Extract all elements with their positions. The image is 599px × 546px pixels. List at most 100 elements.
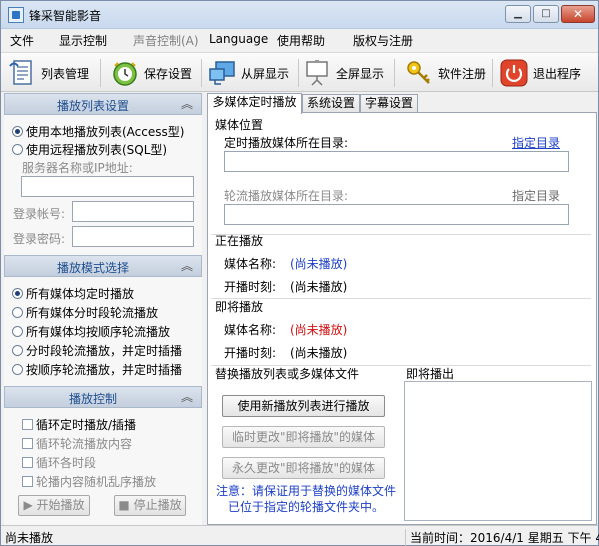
mode-label: 所有媒体分时段轮流播放 [26, 306, 159, 320]
upcoming-list[interactable] [404, 381, 592, 521]
menu-help[interactable]: 使用帮助 [277, 32, 325, 49]
tab-timed-playback[interactable]: 多媒体定时播放 [207, 93, 302, 114]
left-panel: 播放列表设置 ︽ 使用本地播放列表(Access型) 使用远程播放列表(SQL型… [4, 93, 202, 525]
temp-change-button[interactable]: 临时更改"即将播放"的媒体 [222, 426, 385, 448]
remote-playlist-radio[interactable]: 使用远程播放列表(SQL型) [12, 141, 167, 158]
remote-playlist-label: 使用远程播放列表(SQL型) [26, 143, 168, 157]
fullscreen-label: 全屏显示 [336, 66, 385, 81]
upcoming-title: 即将播出 [406, 367, 455, 381]
loop-periods-checkbox[interactable]: 循环各时段 [22, 454, 96, 471]
loop-timed-checkbox[interactable]: 循环定时播放/插播 [22, 416, 136, 433]
start-play-button[interactable]: ▶ 开始播放 [18, 495, 90, 516]
save-settings-button[interactable]: 保存设置 [110, 56, 192, 90]
mode-radio-period-insert[interactable]: 分时段轮流播放，并定时插播 [12, 342, 182, 359]
radio-icon [12, 364, 23, 375]
mode-radio-period-rotate[interactable]: 所有媒体分时段轮流播放 [12, 304, 158, 321]
playlist-settings-title: 播放列表设置 [56, 99, 129, 113]
status-text: 尚未播放 [5, 531, 54, 545]
loop-rotate-checkbox[interactable]: 循环轮流播放内容 [22, 435, 132, 452]
menu-copyright[interactable]: 版权与注册 [353, 32, 413, 49]
play-control-title: 播放控制 [68, 392, 117, 406]
radio-icon [12, 326, 23, 337]
account-input[interactable] [72, 201, 194, 222]
perm-change-button[interactable]: 永久更改"即将播放"的媒体 [222, 457, 385, 479]
next-playing-title: 即将播放 [215, 300, 264, 314]
menu-display-control[interactable]: 显示控制 [59, 32, 107, 49]
stop-play-label: 停止播放 [133, 498, 182, 512]
random-order-checkbox[interactable]: 轮播内容随机乱序播放 [22, 473, 156, 490]
tab-content: 媒体位置 定时播放媒体所在目录: 指定目录 轮流播放媒体所在目录: 指定目录 正… [207, 112, 597, 525]
maximize-button[interactable]: □ [533, 5, 559, 23]
password-label: 登录密码: [13, 232, 66, 246]
tab-system-settings[interactable]: 系统设置 [302, 94, 360, 113]
toolbar: 列表管理 保存设置 从屏显示 全屏显示 软件注册 退出程序 [1, 52, 598, 92]
timed-dir-input[interactable] [224, 151, 569, 172]
now-start-time-label: 开播时刻: [224, 280, 277, 294]
media-location-title: 媒体位置 [215, 118, 264, 132]
use-new-playlist-button[interactable]: 使用新播放列表进行播放 [222, 395, 385, 417]
menu-file[interactable]: 文件 [10, 32, 34, 49]
toolbar-separator [492, 59, 493, 87]
play-control-header[interactable]: 播放控制 ︽ [4, 386, 202, 408]
next-start-time-value: (尚未播放) [290, 346, 348, 360]
collapse-icon: ︽ [180, 390, 193, 404]
account-label: 登录帐号: [13, 207, 66, 221]
exit-button[interactable]: 退出程序 [499, 56, 581, 90]
timed-dir-label: 定时播放媒体所在目录: [224, 136, 349, 150]
stop-icon: ■ [118, 498, 134, 512]
check-label: 循环定时播放/插播 [36, 418, 137, 432]
fullscreen-button[interactable]: 全屏显示 [302, 56, 384, 90]
window-title: 锋采智能影音 [29, 9, 102, 23]
rotate-dir-input[interactable] [224, 204, 569, 225]
local-playlist-radio[interactable]: 使用本地播放列表(Access型) [12, 123, 184, 140]
check-label: 循环轮流播放内容 [36, 437, 133, 451]
replace-title: 替换播放列表或多媒体文件 [215, 367, 360, 381]
checkbox-icon [22, 438, 33, 449]
playlist-settings-header[interactable]: 播放列表设置 ︽ [4, 93, 202, 115]
register-button[interactable]: 软件注册 [404, 56, 486, 90]
tab-subtitle-settings[interactable]: 字幕设置 [360, 94, 418, 113]
checkbox-icon [22, 457, 33, 468]
replace-note: 注意：请保证用于替换的媒体文件已位于指定的轮播文件夹中。 [216, 484, 397, 514]
radio-icon [12, 345, 23, 356]
toolbar-separator [394, 59, 395, 87]
stop-play-button[interactable]: ■ 停止播放 [114, 495, 186, 516]
key-icon [404, 58, 434, 88]
server-input[interactable] [21, 176, 194, 197]
mode-radio-sequence-insert[interactable]: 按顺序轮流播放，并定时插播 [12, 361, 182, 378]
now-media-name-label: 媒体名称: [224, 257, 277, 271]
check-label: 循环各时段 [36, 456, 97, 470]
collapse-icon: ︽ [180, 259, 193, 273]
status-bar: 尚未播放 当前时间：2016/4/1 星期五 下午 4 [1, 525, 599, 546]
play-mode-header[interactable]: 播放模式选择 ︽ [4, 255, 202, 277]
secondary-screen-button[interactable]: 从屏显示 [207, 56, 289, 90]
password-input[interactable] [72, 226, 194, 247]
mode-label: 所有媒体均定时播放 [26, 287, 135, 301]
play-icon: ▶ [23, 498, 37, 512]
radio-icon [12, 307, 23, 318]
minimize-button[interactable]: ▁ [505, 5, 531, 23]
toolbar-separator [201, 59, 202, 87]
start-play-label: 开始播放 [36, 498, 85, 512]
projector-icon [302, 58, 332, 88]
toolbar-separator [298, 59, 299, 87]
mode-radio-timed[interactable]: 所有媒体均定时播放 [12, 285, 134, 302]
save-settings-label: 保存设置 [144, 66, 193, 81]
mode-radio-sequence-rotate[interactable]: 所有媒体均按顺序轮流播放 [12, 323, 170, 340]
checkbox-icon [22, 476, 33, 487]
now-media-name-value: (尚未播放) [290, 257, 348, 271]
divider [211, 234, 591, 235]
rotate-dir-link[interactable]: 指定目录 [512, 187, 560, 204]
power-icon [499, 58, 529, 88]
rotate-dir-label: 轮流播放媒体所在目录: [224, 189, 349, 203]
close-button[interactable]: ✕ [561, 5, 595, 23]
current-time: 当前时间：2016/4/1 星期五 下午 4 [405, 529, 599, 546]
screen-icon [207, 58, 237, 88]
list-manage-button[interactable]: 列表管理 [7, 56, 89, 90]
radio-icon [12, 126, 23, 137]
menu-sound-control[interactable]: 声音控制(A) [133, 32, 199, 49]
timed-dir-link[interactable]: 指定目录 [512, 134, 560, 151]
menu-language[interactable]: Language [209, 32, 268, 46]
app-icon [8, 7, 24, 23]
now-start-time-value: (尚未播放) [290, 280, 348, 294]
